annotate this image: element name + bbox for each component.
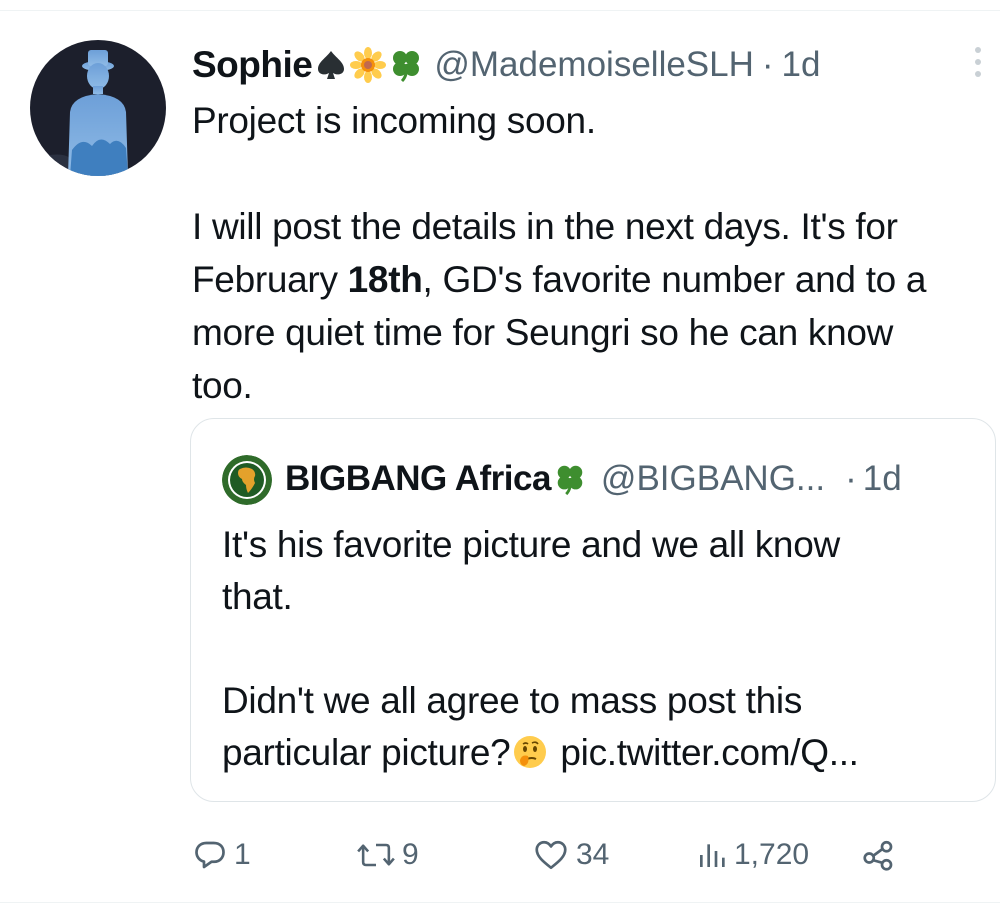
quoted-line: Didn't we all agree to mass post this bbox=[222, 680, 803, 721]
like-button[interactable]: 34 bbox=[532, 830, 609, 880]
tweet-line: February 18th, GD's favorite number and … bbox=[192, 259, 927, 300]
view-count: 1,720 bbox=[734, 838, 810, 871]
quoted-line: It's his favorite picture and we all kno… bbox=[222, 524, 840, 565]
author-avatar[interactable] bbox=[30, 40, 166, 176]
share-icon bbox=[863, 840, 893, 871]
author-display-name[interactable]: Sophie bbox=[192, 44, 313, 86]
reply-count: 1 bbox=[234, 838, 251, 871]
reply-button[interactable]: 1 bbox=[192, 830, 251, 880]
like-count: 34 bbox=[576, 838, 610, 871]
tweet-line: too. bbox=[192, 365, 253, 406]
retweet-icon bbox=[357, 843, 395, 867]
separator-dot: · bbox=[761, 45, 774, 84]
more-options-icon[interactable] bbox=[968, 42, 988, 82]
quoted-author-avatar[interactable] bbox=[222, 455, 272, 505]
tweet-line: more quiet time for Seungri so he can kn… bbox=[192, 312, 894, 353]
top-divider bbox=[0, 10, 1000, 11]
tweet-header: Sophie @MademoiselleSLH · 1d bbox=[192, 42, 820, 88]
pic-link[interactable]: pic.twitter.com/Q... bbox=[550, 732, 859, 773]
bottom-divider bbox=[0, 902, 1000, 903]
sunflower-icon bbox=[350, 47, 387, 83]
quoted-tweet-card[interactable]: BIGBANG Africa @BIGBANG... · 1d It's his… bbox=[190, 418, 996, 802]
thinking-face-icon bbox=[512, 734, 548, 770]
quoted-handle[interactable]: @BIGBANG... bbox=[601, 459, 825, 499]
views-icon bbox=[700, 844, 725, 867]
retweet-button[interactable]: 9 bbox=[356, 830, 419, 880]
quoted-text: It's his favorite picture and we all kno… bbox=[222, 519, 982, 779]
share-button[interactable] bbox=[860, 830, 898, 880]
quoted-display-name[interactable]: BIGBANG Africa bbox=[285, 459, 551, 499]
tweet-text: Project is incoming soon. I will post th… bbox=[192, 94, 992, 412]
bold-date: 18th bbox=[347, 259, 423, 300]
views-button[interactable]: 1,720 bbox=[696, 830, 809, 880]
spade-icon bbox=[314, 48, 348, 82]
author-handle[interactable]: @MademoiselleSLH bbox=[434, 45, 754, 85]
reply-icon bbox=[195, 841, 225, 869]
quoted-header: BIGBANG Africa @BIGBANG... · 1d bbox=[285, 453, 902, 505]
retweet-count: 9 bbox=[402, 838, 419, 871]
tweet-line: I will post the details in the next days… bbox=[192, 206, 898, 247]
clover-icon bbox=[553, 462, 587, 496]
quoted-timestamp[interactable]: 1d bbox=[863, 459, 902, 499]
quoted-line: that. bbox=[222, 576, 293, 617]
tweet-timestamp[interactable]: 1d bbox=[782, 45, 821, 85]
quoted-line: particular picture? pic.twitter.com/Q... bbox=[222, 732, 859, 773]
tweet-action-bar: 1 9 34 1,720 bbox=[192, 830, 912, 880]
heart-icon bbox=[535, 840, 567, 870]
clover-icon bbox=[388, 47, 424, 83]
tweet-line: Project is incoming soon. bbox=[192, 100, 596, 141]
separator-dot: · bbox=[845, 459, 857, 498]
